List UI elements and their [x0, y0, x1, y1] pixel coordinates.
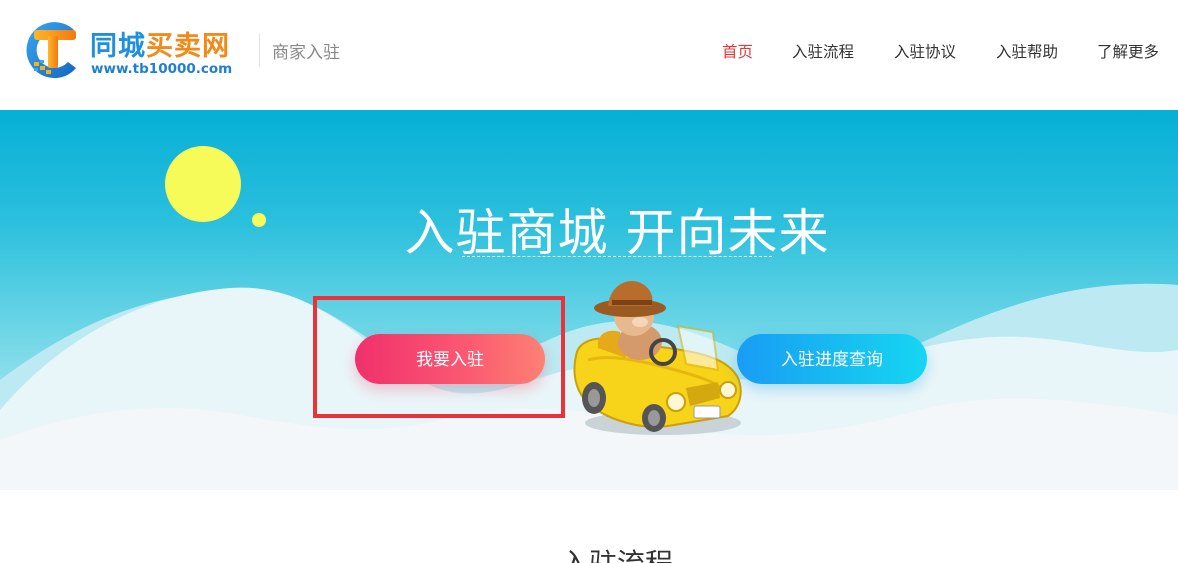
nav-item-home[interactable]: 首页: [722, 40, 753, 62]
nav-item-help[interactable]: 入驻帮助: [996, 40, 1058, 62]
section-title-process: 入驻流程: [0, 542, 1178, 563]
join-button[interactable]: 我要入驻: [355, 334, 545, 384]
nav-item-more[interactable]: 了解更多: [1097, 40, 1159, 62]
site-header: 同城买卖网 www.tb10000.com 商家入驻 首页 入驻流程 入驻协议 …: [0, 0, 1178, 110]
hero-title-underline: [462, 256, 772, 257]
merchant-join-page: 同城买卖网 www.tb10000.com 商家入驻 首页 入驻流程 入驻协议 …: [0, 0, 1178, 563]
hero-title: 入驻商城 开向未来: [404, 204, 830, 262]
join-progress-query-button[interactable]: 入驻进度查询: [737, 334, 927, 384]
cartoon-driver-car-icon: [573, 281, 742, 435]
hero-banner: 入驻商城 开向未来 我要入驻 入驻进度查询: [0, 110, 1178, 490]
nav-item-process[interactable]: 入驻流程: [792, 40, 854, 62]
main-nav: 首页 入驻流程 入驻协议 入驻帮助 了解更多: [0, 40, 1178, 64]
nav-item-agreement[interactable]: 入驻协议: [894, 40, 956, 62]
